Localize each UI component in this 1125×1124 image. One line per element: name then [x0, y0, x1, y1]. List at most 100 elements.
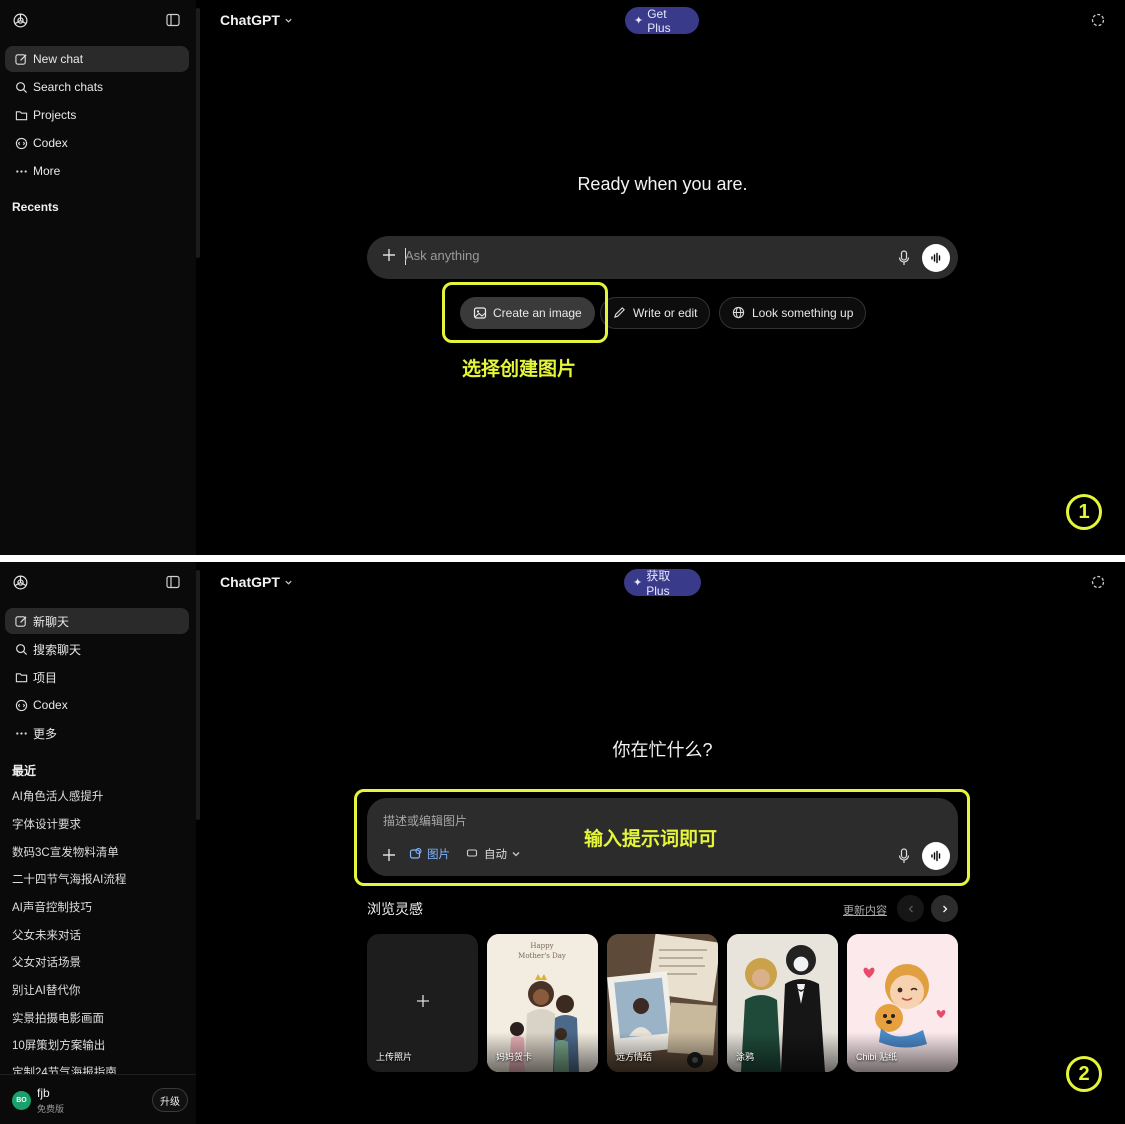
get-plus-label: 获取 Plus: [646, 569, 671, 598]
new-chat-icon: [14, 614, 28, 628]
sidebar-item-label: 搜索聊天: [33, 642, 82, 657]
look-up-label: Look something up: [752, 306, 854, 320]
sidebar-item-codex[interactable]: Codex: [5, 130, 189, 156]
gallery-prev-button[interactable]: [897, 895, 924, 922]
sidebar-item-new-chat[interactable]: New chat: [5, 46, 189, 72]
sidebar-item-label: 新聊天: [33, 614, 70, 629]
sidebar-item-label: New chat: [33, 52, 84, 66]
search-icon: [14, 80, 28, 94]
avatar: BO: [12, 1091, 31, 1110]
recent-chat-item[interactable]: AI角色活人感提升: [12, 788, 103, 804]
look-up-chip[interactable]: Look something up: [719, 297, 867, 329]
recent-chat-item[interactable]: AI声音控制技巧: [12, 899, 92, 915]
sidebar-item-new-chat[interactable]: 新聊天: [5, 608, 189, 634]
gallery-next-button[interactable]: [931, 895, 958, 922]
recent-chat-item[interactable]: 二十四节气海报AI流程: [12, 871, 126, 887]
sidebar-item-more[interactable]: 更多: [5, 720, 189, 746]
gallery-card-label: 涂鸦: [736, 1052, 755, 1062]
user-name: fjb: [37, 1086, 50, 1100]
openai-logo-icon[interactable]: [12, 12, 29, 29]
recent-chat-item[interactable]: 父女未来对话: [12, 927, 81, 943]
get-plus-button[interactable]: ✦ Get Plus: [625, 6, 699, 35]
card-art-text: Mother's Day: [518, 952, 566, 960]
get-plus-button[interactable]: ✦ 获取 Plus: [624, 569, 701, 598]
gallery-card-label: 妈妈贺卡: [496, 1052, 533, 1062]
sidebar-scrollbar[interactable]: [196, 570, 200, 820]
folder-icon: [14, 670, 28, 684]
sidebar-toggle-icon[interactable]: [166, 575, 180, 589]
sparkle-icon: ✦: [634, 15, 644, 27]
openai-logo-icon[interactable]: [12, 574, 29, 591]
chevron-left-icon: [908, 905, 913, 912]
user-account-bar[interactable]: BO fjb 免费版 升级: [0, 1074, 196, 1124]
sidebar-item-search[interactable]: Search chats: [5, 74, 189, 100]
sidebar-item-label: Projects: [33, 108, 77, 122]
chevron-down-icon: [285, 580, 292, 585]
plus-icon: [417, 995, 429, 1007]
more-icon: [14, 164, 28, 178]
gallery-card-faraway[interactable]: 远方情结: [607, 934, 718, 1072]
new-chat-icon: [14, 52, 28, 66]
recents-heading: Recents: [12, 200, 59, 214]
model-selector-label: ChatGPT: [220, 12, 280, 28]
composer-input[interactable]: Ask anything: [405, 248, 479, 263]
model-selector-label: ChatGPT: [220, 574, 280, 590]
pencil-icon: [613, 306, 627, 320]
screenshot-panel-1: New chat Search chats Projects Codex Mor…: [0, 0, 1125, 555]
recent-chat-item[interactable]: 10屏策划方案输出: [12, 1037, 105, 1053]
gallery-card-mothers-day[interactable]: Happy Mother's Day 妈妈贺卡: [487, 934, 598, 1072]
globe-icon: [732, 306, 746, 320]
sidebar-item-search[interactable]: 搜索聊天: [5, 636, 189, 662]
sidebar-item-codex[interactable]: Codex: [5, 692, 189, 718]
screenshot-panel-2: 新聊天 搜索聊天 项目 Codex 更多 最近 AI角色活人感提升 字体设计要求…: [0, 562, 1125, 1124]
sidebar-item-label: 更多: [33, 726, 58, 741]
plus-icon[interactable]: [381, 247, 397, 263]
panel-divider: [0, 555, 1125, 562]
microphone-icon[interactable]: [898, 250, 910, 266]
hero-heading: 你在忙什么?: [612, 740, 713, 760]
annotation-highlight-box: [442, 282, 608, 343]
gallery-card-label: Chibi 贴纸: [856, 1052, 898, 1062]
chat-composer[interactable]: Ask anything: [367, 236, 958, 279]
temporary-chat-icon[interactable]: [1091, 575, 1105, 589]
refresh-content-link[interactable]: 更新内容: [843, 902, 887, 918]
chevron-down-icon: [285, 18, 292, 23]
codex-icon: [14, 698, 28, 712]
recents-heading: 最近: [12, 764, 37, 778]
annotation-text: 输入提示词即可: [584, 829, 718, 850]
sidebar-item-projects[interactable]: 项目: [5, 664, 189, 690]
sidebar-scrollbar[interactable]: [196, 8, 200, 258]
write-edit-chip[interactable]: Write or edit: [600, 297, 711, 329]
folder-icon: [14, 108, 28, 122]
recent-chat-item[interactable]: 别让AI替代你: [12, 982, 80, 998]
chevron-right-icon: [942, 905, 947, 912]
gallery-card-label: 上传照片: [376, 1052, 413, 1062]
model-selector[interactable]: ChatGPT: [220, 574, 293, 590]
waveform-icon: [931, 252, 941, 264]
voice-mode-button[interactable]: [922, 244, 950, 272]
more-icon: [14, 726, 28, 740]
sidebar-item-label: Codex: [33, 136, 68, 150]
recent-chat-item[interactable]: 数码3C宣发物料清单: [12, 844, 119, 860]
sidebar: New chat Search chats Projects Codex Mor…: [0, 0, 196, 555]
temporary-chat-icon[interactable]: [1091, 13, 1105, 27]
sidebar-item-label: More: [33, 164, 61, 178]
get-plus-label: Get Plus: [647, 6, 671, 35]
sidebar-item-label: Codex: [33, 698, 68, 712]
step-number-badge: 1: [1066, 494, 1102, 530]
gallery-title: 浏览灵感: [367, 901, 423, 917]
recent-chat-item[interactable]: 父女对话场景: [12, 954, 81, 970]
recent-chat-item[interactable]: 字体设计要求: [12, 816, 81, 832]
gallery-card-upload[interactable]: 上传照片: [367, 934, 478, 1072]
upgrade-button[interactable]: 升级: [152, 1088, 188, 1112]
sidebar-item-label: Search chats: [33, 80, 104, 94]
recent-chat-item[interactable]: 实景拍摄电影画面: [12, 1010, 104, 1026]
gallery-card-doodle[interactable]: 涂鸦: [727, 934, 838, 1072]
write-edit-label: Write or edit: [633, 306, 698, 320]
model-selector[interactable]: ChatGPT: [220, 12, 293, 28]
sidebar-item-projects[interactable]: Projects: [5, 102, 189, 128]
sidebar-item-more[interactable]: More: [5, 158, 189, 184]
sparkle-icon: ✦: [633, 577, 643, 589]
gallery-card-chibi[interactable]: Chibi 贴纸: [847, 934, 958, 1072]
sidebar-toggle-icon[interactable]: [166, 13, 180, 27]
